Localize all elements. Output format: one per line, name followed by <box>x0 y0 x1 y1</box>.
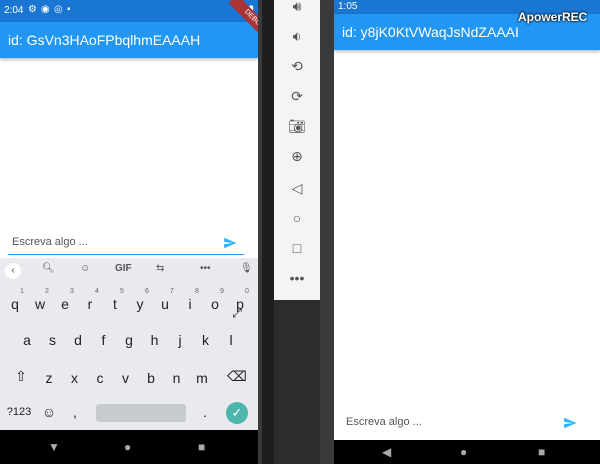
recents-nav-icon[interactable]: ■ <box>538 445 545 459</box>
key-hint-7: 7 <box>170 288 174 295</box>
key-y[interactable]: y <box>129 296 151 312</box>
key-hint-3: 3 <box>70 288 74 295</box>
navigation-bar: ◀ ● ■ <box>334 440 600 464</box>
emulator-toolbar: 🔊︎ 🔉︎ ⟲ ⟳ 📷︎ ⊕ ◁ ○ □ ••• <box>274 0 320 300</box>
volume-up-icon[interactable]: 🔊︎ <box>288 0 306 16</box>
key-b[interactable]: b <box>140 370 162 386</box>
key-hint-2: 2 <box>45 288 49 295</box>
sync-status-icon: ◎ <box>54 4 63 15</box>
overview-icon[interactable]: □ <box>288 240 306 258</box>
more-icon[interactable]: ••• <box>200 263 211 274</box>
key-a[interactable]: a <box>16 332 38 348</box>
period-key[interactable]: . <box>194 404 216 420</box>
key-hint-8: 8 <box>195 288 199 295</box>
key-m[interactable]: m <box>191 370 213 386</box>
key-g[interactable]: g <box>118 332 140 348</box>
key-n[interactable]: n <box>166 370 188 386</box>
recorder-watermark: ApowerREC <box>518 10 588 24</box>
rotate-right-icon[interactable]: ⟳ <box>288 88 306 106</box>
key-i[interactable]: i <box>179 296 201 312</box>
translate-icon[interactable]: ⇆ <box>156 263 164 274</box>
navigation-bar: ▼ ● ■ <box>0 430 258 464</box>
send-icon[interactable] <box>222 236 238 250</box>
key-c[interactable]: c <box>89 370 111 386</box>
key-h[interactable]: h <box>144 332 166 348</box>
shift-key[interactable]: ⇧ <box>10 368 32 385</box>
sticker-icon[interactable]: ☺ <box>80 263 90 274</box>
key-d[interactable]: d <box>67 332 89 348</box>
more-options-icon[interactable]: ••• <box>288 270 306 288</box>
key-hint-9: 9 <box>220 288 224 295</box>
key-hint-4: 4 <box>95 288 99 295</box>
key-v[interactable]: v <box>115 370 137 386</box>
right-phone-screen: 1:05 id: y8jK0KtVWaqJsNdZAAAI ApowerREC … <box>334 0 600 464</box>
home-nav-icon[interactable]: ● <box>124 440 131 454</box>
symbols-key[interactable]: ?123 <box>4 406 34 418</box>
key-w[interactable]: w <box>29 296 51 312</box>
shield-status-icon: ◉ <box>41 4 50 15</box>
zoom-icon[interactable]: ⊕ <box>288 148 306 166</box>
emoji-key[interactable]: ☺ <box>38 404 60 420</box>
key-u[interactable]: u <box>154 296 176 312</box>
home-icon[interactable]: ○ <box>288 210 306 228</box>
key-z[interactable]: z <box>38 370 60 386</box>
send-icon[interactable] <box>562 416 578 430</box>
key-hint-5: 5 <box>120 288 124 295</box>
key-l[interactable]: l <box>220 332 242 348</box>
key-f[interactable]: f <box>93 332 115 348</box>
gif-button[interactable]: GIF <box>115 263 132 274</box>
keyboard-toolbar: ‹ 🔍︎ ☺ GIF ⇆ ••• 🎙︎ <box>0 258 258 284</box>
resize-icon[interactable]: ⤢ <box>226 306 248 321</box>
key-hint-0: 0 <box>245 288 249 295</box>
recents-nav-icon[interactable]: ■ <box>198 440 205 454</box>
message-input[interactable]: Escreva algo ... <box>12 236 88 248</box>
back-nav-icon[interactable]: ◀ <box>382 445 391 459</box>
search-icon[interactable]: 🔍︎ <box>42 263 55 274</box>
key-hint-6: 6 <box>145 288 149 295</box>
enter-key[interactable]: ✓ <box>226 402 248 424</box>
status-time: 2:04 <box>4 5 24 16</box>
backspace-key[interactable]: ⌫ <box>226 368 248 385</box>
app-title: id: y8jK0KtVWaqJsNdZAAAI <box>342 24 519 40</box>
status-time: 1:05 <box>338 1 358 12</box>
key-e[interactable]: e <box>54 296 76 312</box>
comma-key[interactable]: , <box>64 404 86 420</box>
key-r[interactable]: r <box>79 296 101 312</box>
keyboard: ‹ 🔍︎ ☺ GIF ⇆ ••• 🎙︎ q1w2e3r4t5y6u7i8o9p0… <box>0 258 258 430</box>
camera-icon[interactable]: 📷︎ <box>288 118 306 136</box>
key-hint-1: 1 <box>20 288 24 295</box>
collapse-icon[interactable]: ‹ <box>5 263 21 279</box>
key-j[interactable]: j <box>169 332 191 348</box>
settings-status-icon: ⚙ <box>28 4 37 15</box>
status-bar: 2:04 ⚙ ◉ ◎ ▪ ▾ ▮ <box>0 0 258 22</box>
message-input[interactable]: Escreva algo ... <box>346 416 422 428</box>
key-t[interactable]: t <box>104 296 126 312</box>
home-nav-icon[interactable]: ● <box>460 445 467 459</box>
volume-down-icon[interactable]: 🔉︎ <box>288 28 306 46</box>
back-nav-icon[interactable]: ▼ <box>48 440 60 454</box>
left-phone-screen: 2:04 ⚙ ◉ ◎ ▪ ▾ ▮ id: GsVn3HAoFPbqlhmEAAA… <box>0 0 258 464</box>
space-bar[interactable] <box>96 404 186 422</box>
separator <box>262 0 274 464</box>
mic-icon[interactable]: 🎙︎ <box>240 263 253 274</box>
sim-status-icon: ▪ <box>67 4 71 15</box>
key-q[interactable]: q <box>4 296 26 312</box>
key-s[interactable]: s <box>42 332 64 348</box>
app-bar: id: GsVn3HAoFPbqlhmEAAAH <box>0 22 258 58</box>
key-o[interactable]: o <box>204 296 226 312</box>
input-underline <box>8 254 244 255</box>
emulator-background <box>274 300 320 464</box>
back-icon[interactable]: ◁ <box>288 180 306 198</box>
key-k[interactable]: k <box>195 332 217 348</box>
rotate-left-icon[interactable]: ⟲ <box>288 58 306 76</box>
key-x[interactable]: x <box>64 370 86 386</box>
app-title: id: GsVn3HAoFPbqlhmEAAAH <box>8 32 201 48</box>
